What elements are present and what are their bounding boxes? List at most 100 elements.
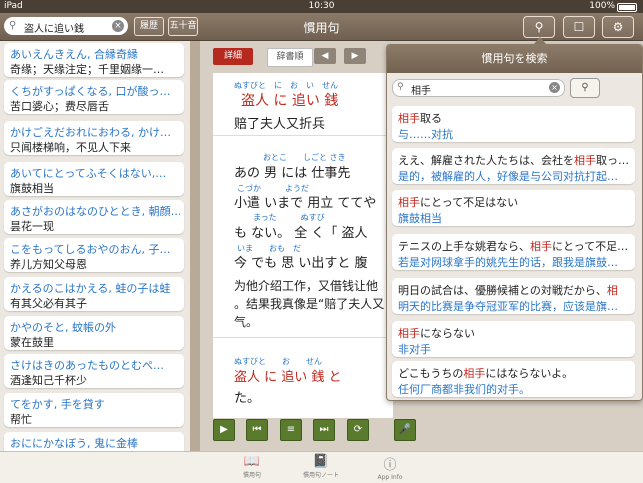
- tab-label: 慣用句ノート: [302, 472, 339, 479]
- search-result[interactable]: 相手にとって不足はない 旗鼓相当: [392, 190, 635, 226]
- list-item[interactable]: おににかなぼう, 鬼に金棒: [4, 432, 184, 451]
- settings-button[interactable]: ⚙: [602, 16, 634, 38]
- translation-line-3: 气。: [234, 315, 259, 329]
- list-item[interactable]: てをかす, 手を貸す 帮忙: [4, 393, 184, 427]
- list-item-reading: てをかす, 手を貸す: [10, 398, 105, 411]
- list-item-meaning: 帮忙: [10, 413, 32, 426]
- example-line-1: あの 男 には 仕事先: [234, 166, 351, 181]
- tab-dictionary-order[interactable]: 辞書順: [267, 48, 313, 67]
- list-item-reading: くちがすっぱくなる, 口が酸っ…: [10, 85, 171, 98]
- tab-label: App Info: [377, 474, 403, 481]
- result-text: にならない: [420, 327, 475, 340]
- example-line-3: も ない。 全 く「 盗人: [234, 226, 368, 241]
- result-highlight: 相手: [463, 367, 486, 380]
- divider: [213, 337, 393, 338]
- entry-detail: ぬすびと に お い せん 盗人 に 追い 銭 赔了夫人又折兵 おとこ しごと …: [213, 73, 393, 418]
- search-result[interactable]: 相手にならない 非对手: [392, 321, 635, 357]
- result-text: にとって不足…: [552, 240, 629, 253]
- tag-icon: ☐: [573, 20, 585, 34]
- search-result[interactable]: 相手取る 与……对抗: [392, 106, 635, 142]
- list-item-reading: おににかなぼう, 鬼に金棒: [10, 437, 138, 450]
- list-item-meaning: 有其父必有其子: [10, 297, 87, 310]
- result-highlight: 相: [606, 284, 618, 297]
- list-item[interactable]: くちがすっぱくなる, 口が酸っ… 苦口婆心；费尽唇舌: [4, 80, 184, 114]
- play-button[interactable]: ▶: [213, 419, 235, 441]
- result-translation: 明天的比赛是争夺冠亚军的比赛，应该是旗…: [398, 300, 618, 313]
- list-item-reading: あいてにとってふそくはない,…: [10, 167, 167, 180]
- list-item-meaning: 酒逢知己千杯少: [10, 374, 87, 387]
- result-translation: 任何厂商都非我们的对手。: [398, 383, 530, 396]
- list-item-meaning: 苦口婆心；费尽唇舌: [10, 100, 109, 113]
- translation-line-1: 为他介绍工作，又借钱让他: [234, 279, 379, 293]
- result-highlight: 相手: [574, 154, 596, 167]
- popover-search-field[interactable]: ⚲ 相手 ×: [392, 79, 565, 97]
- list-item-meaning: 旗鼓相当: [10, 182, 54, 195]
- result-text: 取る: [420, 112, 442, 125]
- skip-forward-button[interactable]: ⏭: [313, 419, 335, 441]
- result-text: 取っ…: [596, 154, 629, 167]
- result-translation: 与……对抗: [398, 128, 453, 141]
- clock: 10:30: [308, 1, 335, 11]
- tab-notes[interactable]: 📓 慣用句ノート: [291, 454, 351, 479]
- tag-button[interactable]: ☐: [563, 16, 595, 38]
- player-controls: ▶ ⏮ ≡ ⏭ ⟳ 🎤: [213, 419, 433, 443]
- microphone-button[interactable]: 🎤: [394, 419, 416, 441]
- list-item[interactable]: こをもってしるおやのおん, 子… 养儿方知父母恩: [4, 238, 184, 272]
- result-highlight: 相手: [398, 112, 420, 125]
- example-line-4: 今 でも 思 い出すと 腹: [234, 256, 368, 271]
- search-result[interactable]: ええ、解雇された人たちは、会社を相手取っ… 是的，被解雇的人，好像是与公司对抗打…: [392, 148, 635, 184]
- list-item-reading: こをもってしるおやのおん, 子…: [10, 243, 171, 256]
- next-button[interactable]: ▶: [344, 48, 366, 64]
- search-result[interactable]: テニスの上手な姚君なら、相手にとって不足… 若是对网球拿手的姚先生的话，跟我是旗…: [392, 234, 635, 270]
- list-item[interactable]: さけはきのあったものとむぺ… 酒逢知己千杯少: [4, 354, 184, 388]
- list-item[interactable]: かやのそと, 蚊帳の外 蒙在鼓里: [4, 316, 184, 350]
- entry-title: 盗人 に 追い 銭: [241, 93, 339, 109]
- list-item-reading: かやのそと, 蚊帳の外: [10, 321, 116, 334]
- result-text: どこもうちの: [398, 367, 464, 380]
- list-item-meaning: 养儿方知父母恩: [10, 258, 87, 271]
- result-text: 明日の試合は、優勝候補との対戦だから、: [398, 284, 607, 297]
- info-icon: ⓘ: [383, 458, 397, 473]
- list-item[interactable]: かけごえだおれにおわる, かけ… 只闻楼梯响，不见人下来: [4, 121, 184, 155]
- result-text: にとって不足はない: [420, 196, 519, 209]
- loop-button[interactable]: ⟳: [347, 419, 369, 441]
- popover-search-button[interactable]: ⚲: [570, 78, 600, 98]
- list-item-meaning: 蒙在鼓里: [10, 336, 54, 349]
- result-highlight: 相手: [530, 240, 552, 253]
- tab-bar: 📖 慣用句 📓 慣用句ノート ⓘ App Info: [0, 451, 643, 483]
- list-item-reading: あいえんきえん, 合縁奇縁: [10, 48, 138, 61]
- gear-icon: ⚙: [612, 20, 624, 34]
- clear-icon[interactable]: ×: [549, 82, 560, 93]
- list-item[interactable]: かえるのこはかえる, 蛙の子は蛙 有其父必有其子: [4, 277, 184, 311]
- search-result[interactable]: どこもうちの相手にはならないよ。 任何厂商都非我们的对手。: [392, 361, 635, 397]
- example-line-2: 小遣 いまで 用立 ててや: [234, 196, 377, 211]
- list-item-meaning: 昙花一现: [10, 220, 54, 233]
- popover-title: 慣用句を検索: [387, 45, 642, 73]
- tab-label: 慣用句: [242, 472, 261, 479]
- result-highlight: 相手: [398, 196, 420, 209]
- list-item-reading: あさがおのはなのひととき, 朝顔…: [10, 205, 180, 218]
- result-text: テニスの上手な姚君なら、: [398, 240, 530, 253]
- idiom-list[interactable]: あいえんきえん, 合縁奇縁 奇缘；天缘注定；千里姻缘一… くちがすっぱくなる, …: [0, 41, 200, 451]
- example-line-6: た。: [234, 391, 261, 406]
- search-popover: 慣用句を検索 ⚲ 相手 × ⚲ 相手取る 与……对抗 ええ、解雇された人たちは、…: [386, 44, 643, 401]
- tab-idioms[interactable]: 📖 慣用句: [222, 454, 282, 479]
- search-button[interactable]: ⚲: [523, 16, 555, 38]
- tab-detail[interactable]: 詳細: [213, 48, 253, 65]
- list-item-reading: かけごえだおれにおわる, かけ…: [10, 126, 171, 139]
- search-result[interactable]: 明日の試合は、優勝候補との対戦だから、相 明天的比赛是争夺冠亚军的比赛，应该是旗…: [392, 278, 635, 314]
- skip-back-button[interactable]: ⏮: [246, 419, 268, 441]
- list-item[interactable]: あいてにとってふそくはない,… 旗鼓相当: [4, 162, 184, 196]
- list-item[interactable]: あいえんきえん, 合縁奇縁 奇缘；天缘注定；千里姻缘一…: [4, 43, 184, 77]
- status-bar: iPad 10:30 100%: [0, 0, 643, 13]
- list-item-reading: かえるのこはかえる, 蛙の子は蛙: [10, 282, 171, 295]
- popover-search-value: 相手: [411, 86, 431, 97]
- repeat-button[interactable]: ≡: [280, 419, 302, 441]
- result-translation: 是的，被解雇的人，好像是与公司对抗打起…: [398, 170, 618, 183]
- list-scroll-strip: [190, 41, 200, 451]
- tab-app-info[interactable]: ⓘ App Info: [360, 454, 420, 481]
- battery-percent: 100%: [589, 1, 615, 11]
- prev-button[interactable]: ◀: [314, 48, 336, 64]
- list-item[interactable]: あさがおのはなのひととき, 朝顔… 昙花一现: [4, 200, 184, 234]
- magnifier-icon: ⚲: [534, 20, 544, 34]
